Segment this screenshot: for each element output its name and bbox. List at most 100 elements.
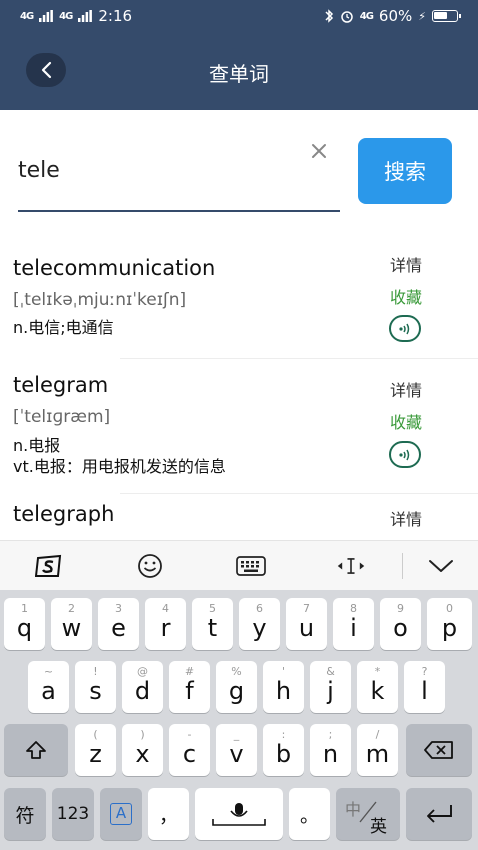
- backspace-key[interactable]: [406, 724, 472, 776]
- key-b[interactable]: :b: [263, 724, 304, 776]
- space-key[interactable]: [195, 788, 283, 840]
- backspace-icon-wrap: [406, 724, 472, 776]
- entry-definition: n.电报: [13, 436, 61, 455]
- search-button[interactable]: 搜索: [358, 138, 452, 204]
- key-label: j: [327, 677, 334, 705]
- list-item: telegram [ˈtelɪɡræm] n.电报 vt.电报：用电报机发送的信…: [0, 359, 478, 493]
- key-u[interactable]: 7u: [286, 598, 327, 650]
- key-n[interactable]: ; n: [310, 724, 351, 776]
- entry-word: telegram: [13, 373, 109, 397]
- key-label: l: [421, 677, 428, 705]
- key-x[interactable]: ) x: [122, 724, 163, 776]
- language-switch-key[interactable]: 中 英: [336, 788, 400, 840]
- key-l[interactable]: ? l: [404, 661, 445, 713]
- search-input[interactable]: [18, 150, 338, 190]
- key-label: t: [207, 614, 218, 642]
- key-i[interactable]: 8i: [333, 598, 374, 650]
- search-underline: [18, 210, 340, 212]
- numbers-key[interactable]: 123: [52, 788, 94, 840]
- keyboard-icon: [236, 556, 266, 576]
- key-r[interactable]: 4r: [145, 598, 186, 650]
- key-o[interactable]: 9o: [380, 598, 421, 650]
- shift-key[interactable]: [4, 724, 68, 776]
- alarm-icon: [341, 11, 353, 23]
- list-item: telegraph 详情: [0, 494, 478, 540]
- period-key[interactable]: 。: [289, 788, 330, 840]
- results-list: telecommunication [ˌtelɪkəˌmjuːnɪˈkeɪʃn]…: [0, 240, 478, 540]
- detail-button[interactable]: 详情: [390, 506, 422, 530]
- signal-bars-icon: [39, 10, 54, 22]
- sogou-logo-icon: [35, 554, 62, 577]
- key-f[interactable]: # f: [169, 661, 210, 713]
- key-s[interactable]: ! s: [75, 661, 116, 713]
- play-pronunciation-button[interactable]: [389, 315, 421, 342]
- key-e[interactable]: 3e: [98, 598, 139, 650]
- signal-1-label: 4G: [20, 10, 34, 22]
- key-label: ，: [158, 804, 178, 827]
- entry-phonetic: [ˌtelɪkəˌmjuːnɪˈkeɪʃn]: [13, 290, 187, 310]
- toolbar-separator: [402, 553, 403, 579]
- key-a[interactable]: ~ a: [28, 661, 69, 713]
- key-label: u: [298, 614, 315, 642]
- sogou-logo-button[interactable]: [34, 553, 64, 579]
- key-label: r: [160, 614, 171, 642]
- battery-fill: [434, 12, 447, 19]
- key-label: 符: [15, 804, 35, 827]
- shift-icon-wrap: [4, 724, 68, 776]
- key-label: z: [89, 740, 102, 768]
- clear-button[interactable]: [304, 136, 334, 166]
- signal-2-label: 4G: [59, 10, 73, 22]
- key-d[interactable]: @ d: [122, 661, 163, 713]
- emoji-icon: [138, 554, 162, 578]
- key-label: m: [365, 740, 390, 768]
- key-c[interactable]: -c: [169, 724, 210, 776]
- key-label: c: [182, 740, 197, 768]
- app-bar: 查单词: [0, 32, 478, 110]
- key-h[interactable]: ' h: [263, 661, 304, 713]
- key-label: w: [61, 614, 82, 642]
- charging-icon: ⚡: [418, 9, 426, 23]
- key-label: a: [41, 677, 56, 705]
- caps-key[interactable]: A: [100, 788, 142, 840]
- key-v[interactable]: _ v: [216, 724, 257, 776]
- keyboard-switch-button[interactable]: [236, 553, 266, 579]
- key-p[interactable]: 0p: [427, 598, 472, 650]
- collect-button[interactable]: 收藏: [390, 284, 422, 308]
- key-w[interactable]: 2w: [51, 598, 92, 650]
- key-t[interactable]: 5t: [192, 598, 233, 650]
- key-label: h: [275, 677, 292, 705]
- close-icon: [312, 144, 326, 158]
- emoji-button[interactable]: [135, 553, 165, 579]
- collect-button[interactable]: 收藏: [390, 409, 422, 433]
- key-y[interactable]: 6y: [239, 598, 280, 650]
- key-label: y: [252, 614, 267, 642]
- key-g[interactable]: % g: [216, 661, 257, 713]
- key-q[interactable]: 1q: [4, 598, 45, 650]
- detail-button[interactable]: 详情: [390, 252, 422, 276]
- key-label: i: [350, 614, 357, 642]
- symbols-key[interactable]: 符: [4, 788, 46, 840]
- enter-icon: [427, 805, 452, 823]
- speaker-icon: [399, 449, 410, 460]
- key-label: n: [322, 740, 339, 768]
- search-area: 搜索: [0, 110, 478, 240]
- key-label: p: [441, 614, 458, 642]
- speaker-icon: [399, 323, 410, 334]
- hide-keyboard-button[interactable]: [426, 553, 456, 579]
- detail-button[interactable]: 详情: [390, 377, 422, 401]
- entry-definition: vt.电报：用电报机发送的信息: [13, 457, 226, 476]
- clock: 2:16: [98, 7, 133, 25]
- comma-key[interactable]: ，: [148, 788, 189, 840]
- key-m[interactable]: / m: [357, 724, 398, 776]
- key-j[interactable]: & j: [310, 661, 351, 713]
- keyboard-toolbar: [0, 540, 478, 590]
- enter-key[interactable]: [406, 788, 472, 840]
- enter-icon-wrap: [406, 788, 472, 840]
- shift-icon: [26, 741, 46, 759]
- cursor-move-button[interactable]: [336, 553, 366, 579]
- caps-wrap: A: [100, 788, 142, 840]
- play-pronunciation-button[interactable]: [389, 441, 421, 468]
- status-bar: 4G 4G 2:16 4G 60% ⚡: [0, 0, 478, 32]
- key-k[interactable]: * k: [357, 661, 398, 713]
- key-z[interactable]: (z: [75, 724, 116, 776]
